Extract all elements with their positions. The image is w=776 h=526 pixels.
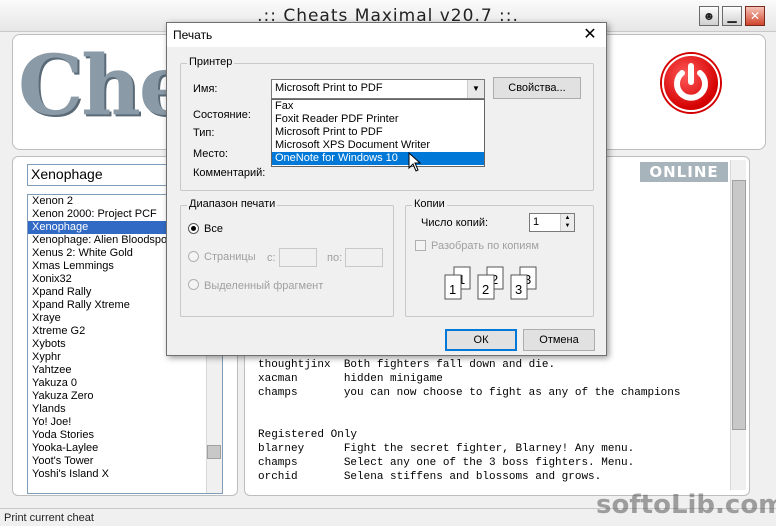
copies-legend: Копии bbox=[412, 198, 447, 210]
copies-count-value: 1 bbox=[533, 216, 540, 228]
comment-label: Комментарий: bbox=[193, 167, 266, 179]
cheat-line bbox=[258, 414, 728, 428]
copies-count-stepper[interactable]: 1 ▲ ▼ bbox=[529, 213, 575, 232]
cheat-line: champs Select any one of the 3 boss figh… bbox=[258, 457, 635, 469]
ok-button[interactable]: ОК bbox=[445, 329, 517, 351]
list-scroll-thumb[interactable] bbox=[207, 445, 221, 459]
collate-label: Разобрать по копиям bbox=[431, 240, 539, 252]
range-pages-label: Страницы bbox=[204, 251, 256, 263]
range-pages-radio[interactable] bbox=[188, 251, 199, 262]
game-list-item[interactable]: Ylands bbox=[28, 403, 222, 416]
app-logo: Che bbox=[18, 38, 191, 134]
printer-option[interactable]: OneNote for Windows 10 bbox=[272, 152, 484, 165]
power-icon bbox=[674, 63, 708, 101]
printer-name-label: Имя: bbox=[193, 83, 218, 95]
online-badge[interactable]: ONLINE bbox=[640, 162, 728, 182]
cheat-line: thoughtjinx Both fighters fall down and … bbox=[258, 359, 556, 371]
minimize-button[interactable]: ▁ bbox=[722, 6, 742, 26]
game-list-item[interactable]: Yo! Joe! bbox=[28, 416, 222, 429]
cheat-line: champs you can now choose to fight as an… bbox=[258, 387, 681, 399]
printer-select-value: Microsoft Print to PDF bbox=[275, 82, 383, 94]
game-list-item[interactable]: Yakuza Zero bbox=[28, 390, 222, 403]
range-from-input[interactable] bbox=[279, 248, 317, 267]
chevron-down-icon[interactable]: ▼ bbox=[467, 80, 484, 98]
properties-button[interactable]: Свойства... bbox=[493, 77, 581, 99]
location-label: Место: bbox=[193, 148, 228, 160]
game-list-item[interactable]: Yahtzee bbox=[28, 364, 222, 377]
printer-group-legend: Принтер bbox=[187, 56, 235, 68]
dialog-titlebar[interactable]: Печать ✕ bbox=[167, 23, 606, 47]
svg-text:1: 1 bbox=[449, 282, 456, 297]
game-list-item[interactable]: Yoda Stories bbox=[28, 429, 222, 442]
range-from-label: с: bbox=[267, 252, 276, 264]
cheat-line bbox=[258, 400, 728, 414]
close-button[interactable]: ✕ bbox=[745, 6, 765, 26]
cheat-scrollbar[interactable] bbox=[730, 160, 746, 490]
collate-checkbox[interactable] bbox=[415, 240, 426, 251]
printer-select[interactable]: Microsoft Print to PDF ▼ bbox=[271, 79, 485, 99]
range-to-input[interactable] bbox=[345, 248, 383, 267]
alien-icon[interactable]: ☻ bbox=[699, 6, 719, 26]
cheat-text: thoughtjinx Both fighters fall down and … bbox=[258, 358, 728, 484]
cheat-line: orchid Selena stiffens and blossoms and … bbox=[258, 471, 602, 483]
collate-pages-icon: 1 1 2 2 3 3 bbox=[444, 266, 537, 300]
cheat-scroll-thumb[interactable] bbox=[732, 180, 746, 430]
printer-option[interactable]: Foxit Reader PDF Printer bbox=[272, 113, 484, 126]
power-button[interactable] bbox=[662, 54, 720, 112]
cheat-line: xacman hidden minigame bbox=[258, 373, 443, 385]
svg-text:2: 2 bbox=[482, 282, 489, 297]
range-all-label: Все bbox=[204, 223, 223, 235]
watermark: softoLib.com bbox=[596, 490, 776, 520]
game-list-item[interactable]: Yoot's Tower bbox=[28, 455, 222, 468]
cancel-button[interactable]: Отмена bbox=[523, 329, 595, 351]
copies-count-label: Число копий: bbox=[421, 217, 489, 229]
stepper-arrows-icon[interactable]: ▲ ▼ bbox=[560, 214, 574, 231]
game-list-item[interactable]: Yakuza 0 bbox=[28, 377, 222, 390]
print-dialog: Печать ✕ Принтер Имя: Microsoft Print to… bbox=[166, 22, 607, 356]
cheat-line: blarney Fight the secret fighter, Blarne… bbox=[258, 443, 635, 455]
printer-dropdown-list[interactable]: Fax Foxit Reader PDF Printer Microsoft Pri… bbox=[271, 99, 485, 167]
dialog-title: Печать bbox=[173, 28, 213, 42]
cheat-line: Registered Only bbox=[258, 429, 358, 441]
dialog-close-icon[interactable]: ✕ bbox=[580, 25, 600, 45]
range-all-radio[interactable] bbox=[188, 223, 199, 234]
mouse-cursor-icon bbox=[408, 152, 422, 172]
printer-option[interactable]: Microsoft Print to PDF bbox=[272, 126, 484, 139]
type-label: Тип: bbox=[193, 127, 215, 139]
range-selection-label: Выделенный фрагмент bbox=[204, 280, 324, 292]
range-selection-radio[interactable] bbox=[188, 279, 199, 290]
svg-text:3: 3 bbox=[515, 282, 522, 297]
game-list-item[interactable]: Yooka-Laylee bbox=[28, 442, 222, 455]
status-label: Состояние: bbox=[193, 109, 251, 121]
range-to-label: по: bbox=[327, 252, 343, 264]
printer-option[interactable]: Fax bbox=[272, 100, 484, 113]
print-range-legend: Диапазон печати bbox=[187, 198, 278, 210]
game-list-item[interactable]: Yoshi's Island X bbox=[28, 468, 222, 481]
printer-option[interactable]: Microsoft XPS Document Writer bbox=[272, 139, 484, 152]
